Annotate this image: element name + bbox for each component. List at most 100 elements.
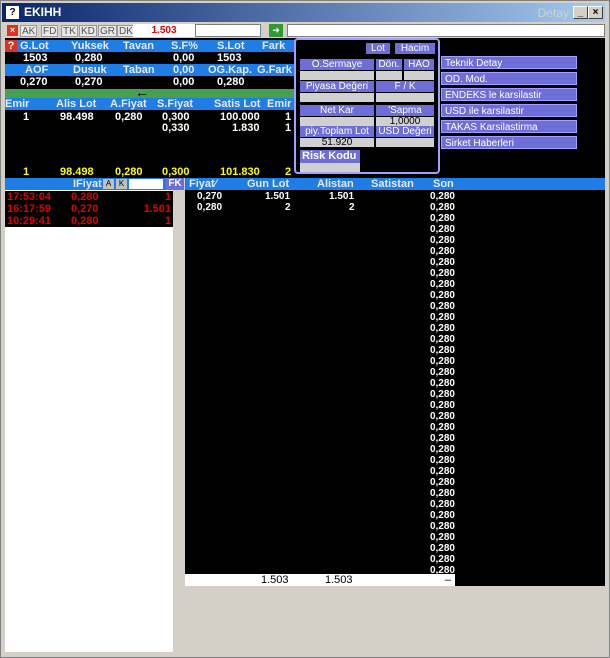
son-value: 0,280	[429, 455, 455, 466]
summary-header-2: AOF Dusuk Taban 0,00 OG.Kap. G.Fark	[5, 64, 295, 76]
go-arrow-icon[interactable]: ➜	[269, 24, 283, 37]
trades-filter-a[interactable]: A	[103, 179, 114, 189]
son-value: 0,280	[429, 290, 455, 301]
son-value: 0,280	[429, 191, 455, 202]
hacim-button[interactable]: Hacim	[395, 43, 435, 54]
fk-label: F / K	[376, 81, 434, 92]
son-column: 0,280 0,280 0,280 0,280 0,280 0,280 0,280 0,280…	[421, 191, 455, 576]
trade-row[interactable]: 16:17:59 0,270 1.501	[5, 203, 173, 215]
son-value: 0,280	[429, 433, 455, 444]
sapma-label: 'Sapma	[376, 105, 434, 116]
son-value: 0,280	[429, 411, 455, 422]
window-title-right: Detay	[537, 6, 569, 20]
son-value: 0,280	[429, 543, 455, 554]
son-value: 0,280	[429, 356, 455, 367]
close-button[interactable]: ×	[588, 6, 603, 19]
last-price: 1.503	[133, 24, 195, 37]
son-value: 0,280	[429, 466, 455, 477]
trades-fk-button[interactable]: FK	[166, 178, 184, 190]
toolbar: × AK FD TK KD GR DK 1.503 ➜	[5, 24, 605, 38]
son-value: 0,280	[429, 554, 455, 565]
son-value: 0,280	[429, 213, 455, 224]
son-value: 0,280	[429, 279, 455, 290]
help-icon[interactable]: ?	[5, 40, 17, 52]
son-value: 0,280	[429, 202, 455, 213]
son-value: 0,280	[429, 334, 455, 345]
son-value: 0,280	[429, 224, 455, 235]
toolbar-btn-tk[interactable]: TK	[61, 25, 78, 37]
trade-row[interactable]: 10:29:41 0,280 1	[5, 215, 173, 227]
total-gun-lot: 1.503	[261, 574, 289, 586]
order-header: Emir Alis Lot A.Fiyat S.Fiyat Satis Lot …	[5, 98, 295, 110]
son-value: 0,280	[429, 345, 455, 356]
son-value: 0,280	[429, 444, 455, 455]
trades-filter-k[interactable]: K	[116, 179, 127, 189]
son-value: 0,280	[429, 521, 455, 532]
son-value: 0,280	[429, 257, 455, 268]
col-tavan: Tavan	[123, 40, 154, 52]
summary-row-1: 1503 0,280 0,00 1503	[23, 52, 242, 64]
close-x-icon[interactable]: ×	[7, 25, 18, 36]
order-row-2[interactable]: 0,330 1.830 1	[5, 122, 295, 134]
depth-row[interactable]: 0,280 2 2	[185, 202, 605, 213]
menu-usd[interactable]: USD ile karsilastir	[441, 104, 577, 117]
toolbar-btn-gr[interactable]: GR	[98, 25, 117, 37]
hao-label: HAO	[404, 59, 434, 70]
order-total-row: 1 98.498 0,280 0,300 101.830 2	[23, 166, 292, 178]
usd-degeri-label: USD Değeri	[376, 126, 434, 137]
app-help-icon[interactable]: ?	[6, 6, 19, 19]
depth-row[interactable]: 0,270 1.501 1.501	[185, 191, 605, 202]
net-kar-value	[300, 117, 374, 126]
menu-od-mod[interactable]: OD. Mod.	[441, 72, 577, 85]
minimize-button[interactable]: _	[573, 6, 588, 19]
piyasa-degeri-value	[300, 93, 374, 102]
usd-degeri-value	[376, 138, 434, 147]
total-alistan: 1.503	[325, 574, 353, 586]
menu-sirket-haberleri[interactable]: Sirket Haberleri	[441, 136, 577, 149]
o-sermaye-label: O.Sermaye	[300, 59, 374, 70]
toolbar-btn-ak[interactable]: AK	[20, 25, 38, 37]
total-dash: –	[444, 574, 451, 586]
info-field[interactable]	[287, 24, 605, 37]
son-value: 0,280	[429, 510, 455, 521]
title-bar[interactable]: ? EKIHH Detay _ ×	[2, 3, 605, 22]
don-value	[376, 71, 402, 80]
piy-toplam-lot-value: 51.920	[300, 138, 374, 148]
son-value: 0,280	[429, 367, 455, 378]
son-value: 0,280	[429, 301, 455, 312]
menu-teknik-detay[interactable]: Teknik Detay	[441, 56, 577, 69]
trades-col-fiyat: IFiyat	[73, 178, 102, 190]
son-value: 0,280	[429, 488, 455, 499]
col-fark: Fark	[262, 40, 286, 52]
don-label: Dön.	[376, 59, 402, 70]
totals-filler	[455, 574, 605, 586]
o-sermaye-value	[300, 71, 374, 80]
col-glot: G.Lot	[20, 40, 49, 52]
toolbar-btn-fd[interactable]: FD	[41, 25, 59, 37]
son-value: 0,280	[429, 312, 455, 323]
stats-panel: Lot Hacim O.Sermaye Dön. HAO Piyasa Değe…	[294, 38, 440, 174]
summary-row-2: 0,270 0,270 0,00 0,280	[20, 76, 245, 88]
son-value: 0,280	[429, 323, 455, 334]
menu-takas[interactable]: TAKAS Karsilastirma	[441, 120, 577, 133]
son-value: 0,280	[429, 246, 455, 257]
depth-bar: ←	[5, 84, 295, 100]
depth-header: Fiyat∕ Gun Lot Alistan Satistan Son	[185, 178, 605, 190]
fk-value	[376, 93, 434, 102]
symbol-input[interactable]	[195, 24, 261, 37]
trade-row[interactable]: 17:53:04 0,280 1	[5, 191, 173, 203]
trades-filter-input[interactable]	[129, 179, 163, 189]
piyasa-degeri-label: Piyasa Değeri	[300, 81, 374, 92]
arrow-left-icon: ←	[135, 84, 149, 100]
menu-endeks[interactable]: ENDEKS le karsilastir	[441, 88, 577, 101]
lot-button[interactable]: Lot	[366, 43, 390, 54]
net-kar-label: Net Kar	[300, 105, 374, 116]
risk-kodu-value	[300, 163, 360, 172]
toolbar-btn-kd[interactable]: KD	[79, 25, 97, 37]
col-sf: S.F%	[171, 40, 198, 52]
trades-panel: IFiyat A K FK 17:53:04 0,280 1 16:17:59 …	[5, 178, 184, 652]
son-value: 0,280	[429, 422, 455, 433]
col-yuksek: Yuksek	[71, 40, 109, 52]
son-value: 0,280	[429, 378, 455, 389]
sapma-value: 1,0000	[376, 117, 434, 127]
